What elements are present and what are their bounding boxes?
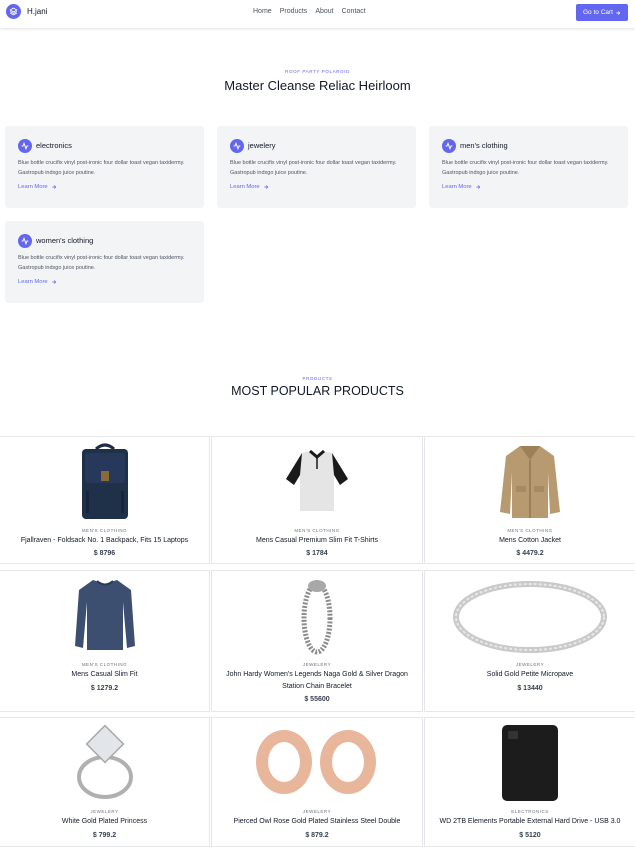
learn-more-label: Learn More: [442, 184, 472, 190]
learn-more-label: Learn More: [18, 184, 48, 190]
product-price: $ 4479.2: [516, 550, 544, 557]
layers-icon: [6, 4, 21, 19]
diamond-ring-icon: [70, 720, 140, 802]
product-card[interactable]: JEWELERY John Hardy Women's Legends Naga…: [211, 570, 423, 712]
sweater-icon: [70, 575, 140, 657]
category-name: electronics: [36, 141, 72, 150]
category-description: Blue bottle crucifix vinyl post-ironic f…: [18, 160, 185, 176]
category-card-mens-clothing: men's clothing Blue bottle crucifix viny…: [429, 126, 628, 208]
category-description: Blue bottle crucifix vinyl post-ironic f…: [230, 160, 397, 176]
learn-more-link[interactable]: Learn More: [18, 279, 57, 285]
product-price: $ 799.2: [92, 832, 117, 839]
category-name: women's clothing: [36, 236, 94, 245]
arrow-right-icon: [475, 185, 480, 189]
category-name: men's clothing: [460, 141, 508, 150]
backpack-icon: [75, 441, 135, 521]
product-price: $ 5120: [519, 832, 541, 839]
arrow-right-icon: [51, 280, 56, 284]
arrow-right-icon: [51, 185, 56, 189]
product-name: Fjallraven - Foldsack No. 1 Backpack, Fi…: [20, 537, 189, 544]
nav-home[interactable]: Home: [253, 8, 272, 15]
hard-drive-icon: [495, 722, 565, 804]
product-price: $ 1279.2: [90, 685, 119, 692]
nav-contact[interactable]: Contact: [342, 8, 366, 15]
learn-more-link[interactable]: Learn More: [230, 184, 269, 190]
ring-band-icon: [450, 577, 610, 657]
arrow-right-icon: [263, 185, 268, 189]
activity-icon: [442, 139, 456, 153]
product-name: Mens Casual Slim Fit: [71, 671, 138, 678]
activity-icon: [18, 234, 32, 248]
category-name: jewelery: [248, 141, 276, 150]
arrow-right-icon: [616, 10, 621, 15]
product-category: MEN'S CLOTHING: [507, 528, 553, 533]
activity-icon: [18, 139, 32, 153]
product-card[interactable]: JEWELERY Solid Gold Petite Micropave $ 1…: [424, 570, 635, 712]
category-card-jewelery: jewelery Blue bottle crucifix vinyl post…: [217, 126, 416, 208]
category-description: Blue bottle crucifix vinyl post-ironic f…: [18, 255, 185, 271]
product-card[interactable]: ELECTRONICS WD 2TB Elements Portable Ext…: [424, 717, 635, 847]
product-card[interactable]: JEWELERY Pierced Owl Rose Gold Plated St…: [211, 717, 423, 847]
product-category: MEN'S CLOTHING: [294, 528, 340, 533]
category-card-womens-clothing: women's clothing Blue bottle crucifix vi…: [5, 221, 204, 303]
learn-more-label: Learn More: [18, 279, 48, 285]
learn-more-label: Learn More: [230, 184, 260, 190]
hero-eyebrow: ROOF PARTY POLAROID: [285, 69, 350, 74]
learn-more-link[interactable]: Learn More: [18, 184, 57, 190]
product-category: JEWELERY: [302, 662, 332, 667]
product-name: Mens Casual Premium Slim Fit T-Shirts: [255, 537, 378, 544]
main-nav: Home Products About Contact: [253, 8, 366, 15]
product-price: $ 8796: [93, 550, 116, 557]
brand-name: H.jani: [27, 7, 48, 16]
product-category: ELECTRONICS: [511, 809, 549, 814]
product-name: Mens Cotton Jacket: [499, 537, 561, 544]
product-name: WD 2TB Elements Portable External Hard D…: [439, 818, 621, 825]
products-eyebrow: PRODUCTS: [302, 376, 333, 381]
product-card[interactable]: MEN'S CLOTHING Mens Casual Premium Slim …: [211, 436, 423, 564]
nav-about[interactable]: About: [315, 8, 333, 15]
product-card[interactable]: MEN'S CLOTHING Mens Casual Slim Fit $ 12…: [0, 570, 210, 712]
jacket-icon: [495, 441, 565, 521]
product-card[interactable]: MEN'S CLOTHING Mens Cotton Jacket $ 4479…: [424, 436, 635, 564]
product-card[interactable]: MEN'S CLOTHING Fjallraven - Foldsack No.…: [0, 436, 210, 564]
product-price: $ 879.2: [305, 832, 329, 839]
hero-title: Master Cleanse Reliac Heirloom: [224, 78, 411, 93]
product-category: MEN'S CLOTHING: [81, 528, 128, 533]
top-navbar: H.jani Home Products About Contact Go to…: [0, 0, 635, 28]
section-title: MOST POPULAR PRODUCTS: [231, 384, 404, 398]
learn-more-link[interactable]: Learn More: [442, 184, 481, 190]
product-category: JEWELERY: [90, 809, 119, 814]
product-name: Solid Gold Petite Micropave: [486, 671, 574, 678]
product-price: $ 1784: [306, 550, 328, 557]
product-name: White Gold Plated Princess: [61, 818, 148, 825]
brand-logo[interactable]: H.jani: [6, 4, 47, 19]
activity-icon: [230, 139, 244, 153]
product-name: John Hardy Women's Legends Naga Gold & S…: [226, 671, 408, 690]
category-card-electronics: electronics Blue bottle crucifix vinyl p…: [5, 126, 204, 208]
bracelet-icon: [287, 575, 347, 657]
product-name: Pierced Owl Rose Gold Plated Stainless S…: [233, 818, 401, 825]
category-description: Blue bottle crucifix vinyl post-ironic f…: [442, 160, 609, 176]
go-to-cart-button[interactable]: Go to Cart: [576, 4, 628, 21]
product-price: $ 55600: [304, 696, 330, 703]
product-price: $ 13440: [517, 685, 543, 692]
cart-button-label: Go to Cart: [583, 9, 613, 16]
product-category: MEN'S CLOTHING: [81, 662, 128, 667]
product-card[interactable]: JEWELERY White Gold Plated Princess $ 79…: [0, 717, 210, 847]
product-category: JEWELERY: [302, 809, 332, 814]
nav-products[interactable]: Products: [280, 8, 308, 15]
tshirt-icon: [282, 441, 352, 521]
ear-plugs-icon: [242, 726, 392, 798]
product-category: JEWELERY: [515, 662, 545, 667]
